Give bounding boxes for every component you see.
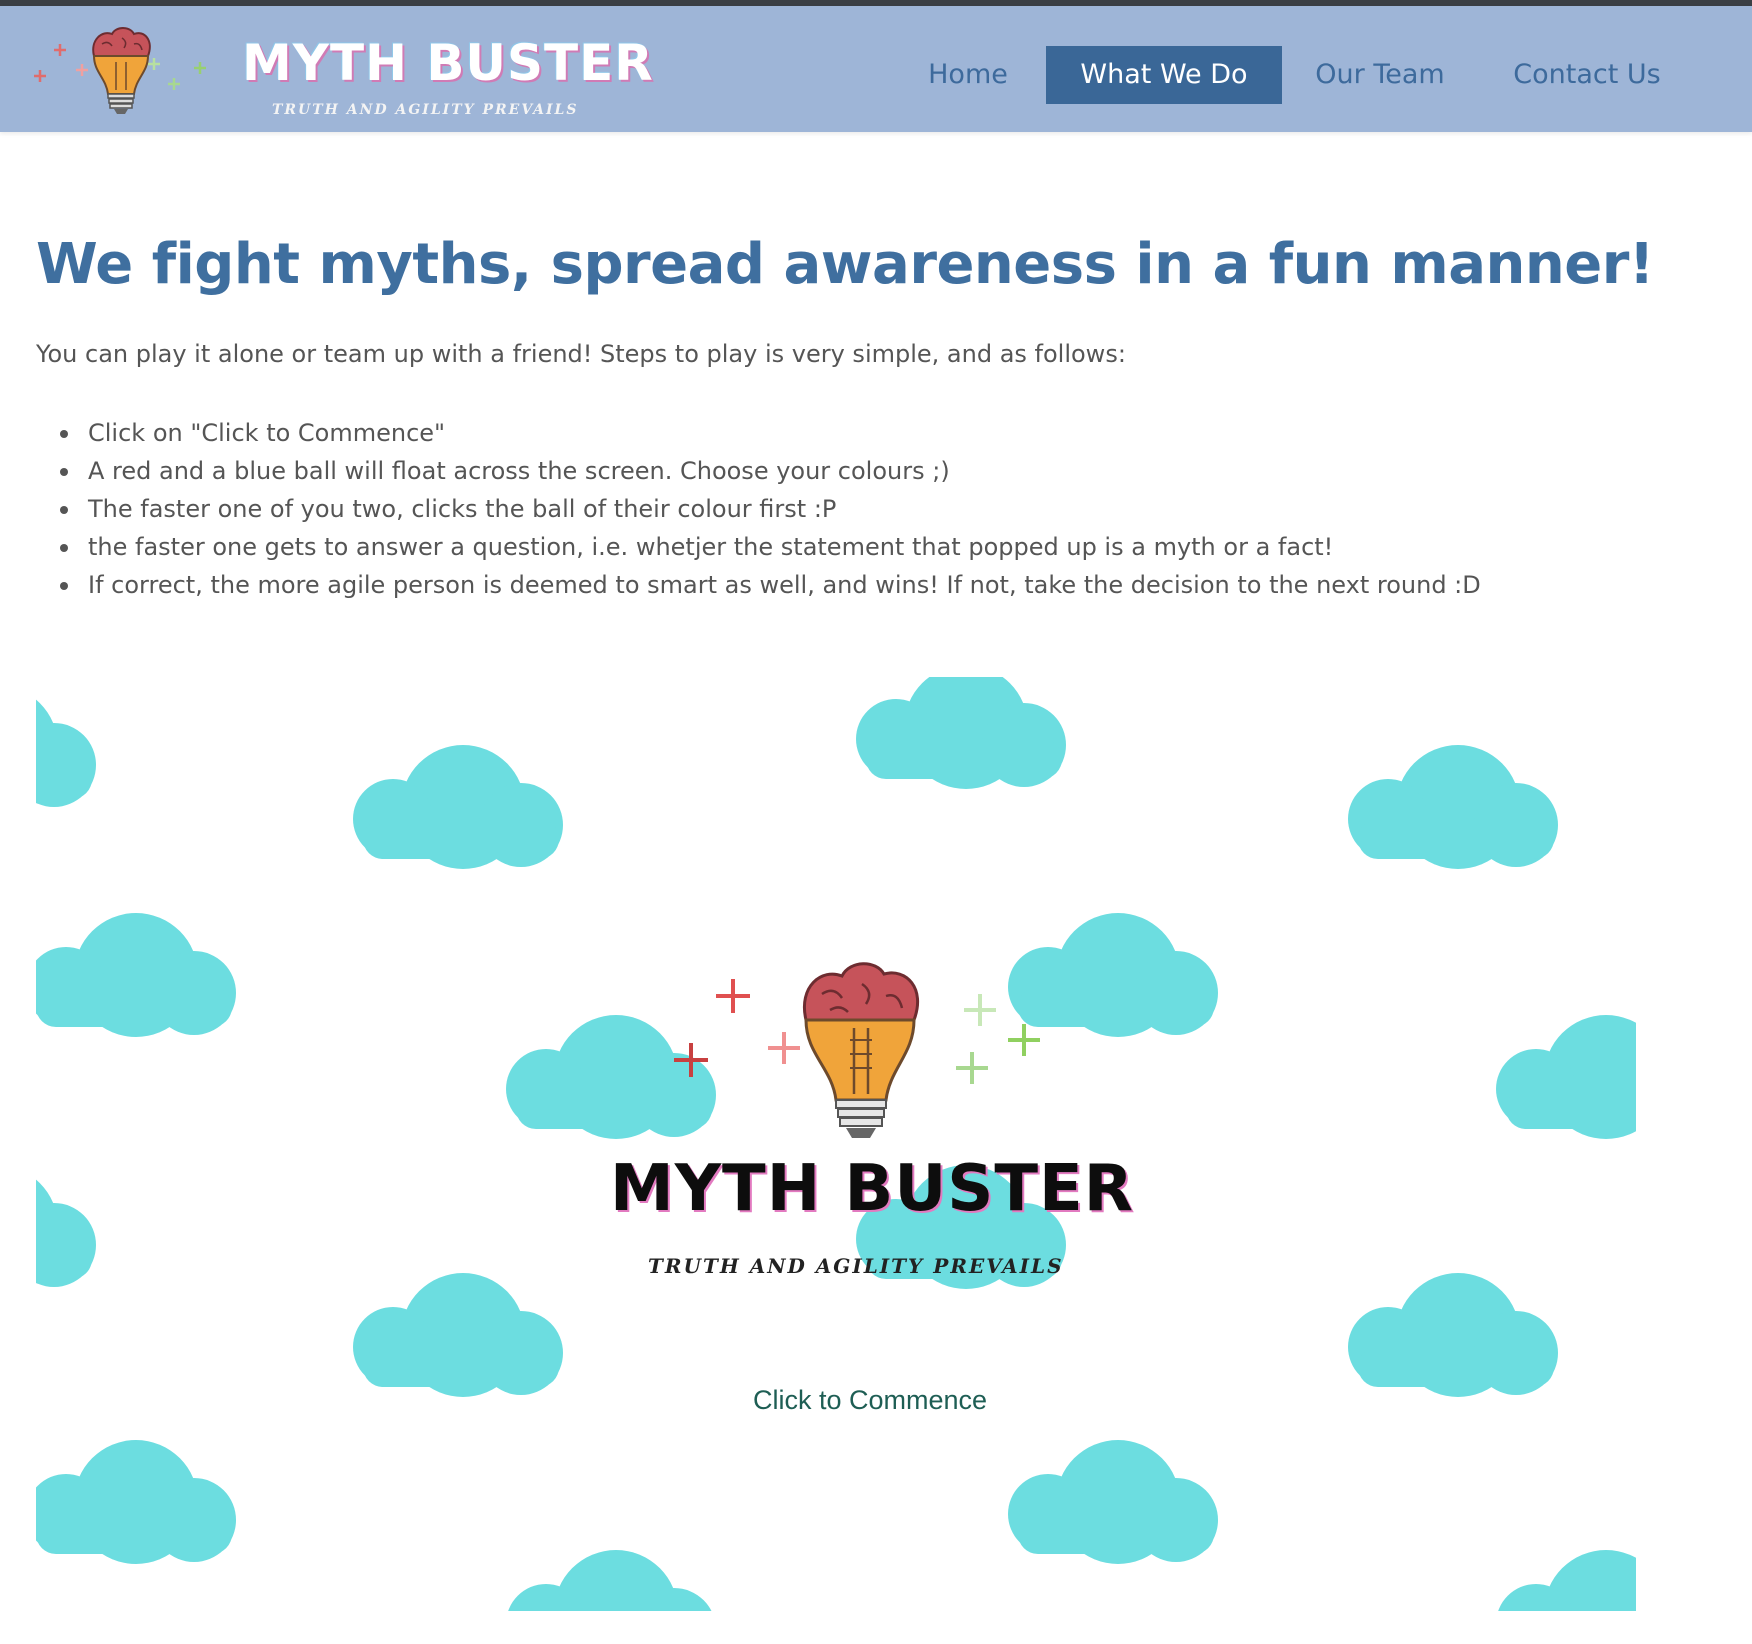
cloud-icon xyxy=(1348,745,1558,869)
brain-lightbulb-icon xyxy=(674,962,1040,1138)
step-item: If correct, the more agile person is dee… xyxy=(58,566,1481,604)
cloud-icon xyxy=(856,677,1066,789)
step-item: the faster one gets to answer a question… xyxy=(58,528,1481,566)
intro-text: You can play it alone or team up with a … xyxy=(36,340,1126,368)
cloud-icon xyxy=(506,1550,716,1611)
game-canvas[interactable]: MYTH BUSTER TRUTH AND AGILITY PREVAILS C… xyxy=(36,677,1636,1611)
nav-item-what-we-do[interactable]: What We Do xyxy=(1046,46,1282,104)
click-to-commence-button[interactable]: Click to Commence xyxy=(720,1385,1020,1416)
steps-list: Click on "Click to Commence" A red and a… xyxy=(58,414,1481,604)
cloud-icon xyxy=(1008,1440,1218,1564)
cloud-icon xyxy=(36,913,236,1037)
main-nav: Home What We Do Our Team Contact Us xyxy=(0,46,1752,104)
brand-tagline: TRUTH AND AGILITY PREVAILS xyxy=(272,102,579,118)
game-tagline: TRUTH AND AGILITY PREVAILS xyxy=(648,1254,1064,1278)
cloud-icon xyxy=(1496,1015,1636,1139)
step-item: A red and a blue ball will float across … xyxy=(58,452,1481,490)
step-item: Click on "Click to Commence" xyxy=(58,414,1481,452)
nav-item-contact-us[interactable]: Contact Us xyxy=(1498,46,1676,104)
game-title: MYTH BUSTER xyxy=(610,1152,1135,1226)
nav-item-home[interactable]: Home xyxy=(906,46,1030,104)
cloud-icon xyxy=(36,1440,236,1564)
cloud-icon xyxy=(353,1273,563,1397)
step-item: The faster one of you two, clicks the ba… xyxy=(58,490,1481,528)
cloud-icon xyxy=(1496,1550,1636,1611)
nav-item-our-team[interactable]: Our Team xyxy=(1300,46,1460,104)
cloud-icon xyxy=(36,685,96,809)
cloud-icon xyxy=(1348,1273,1558,1397)
navbar: MYTH BUSTER TRUTH AND AGILITY PREVAILS H… xyxy=(0,6,1752,132)
cloud-icon xyxy=(36,1165,96,1289)
cloud-icon xyxy=(353,745,563,869)
page-headline: We fight myths, spread awareness in a fu… xyxy=(36,232,1654,297)
